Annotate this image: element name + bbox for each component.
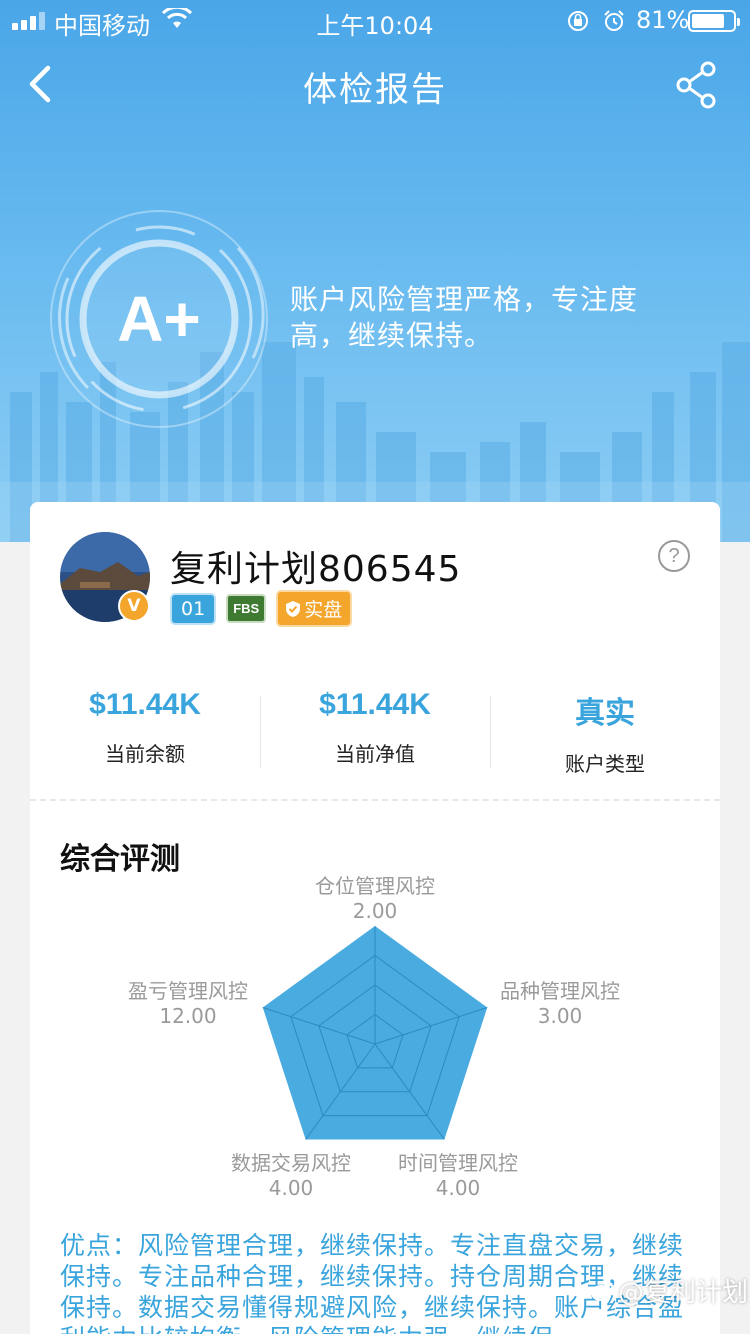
weibo-logo-icon (591, 1281, 615, 1301)
dimension-score: 3.00 (537, 1004, 583, 1028)
broker-logo-tag: FBS (228, 596, 265, 621)
stat-value: $11.44K (89, 688, 201, 721)
live-account-label: 实盘 (304, 599, 343, 621)
status-bar: 中国移动 上午10:04 81% (0, 0, 750, 40)
account-number-tag: 01 (172, 594, 215, 623)
stat-label: 当前余额 (105, 742, 185, 766)
account-stats: $11.44K 当前余额 $11.44K 当前净值 真实 账户类型 (30, 688, 720, 776)
shield-check-icon (286, 600, 301, 617)
alarm-icon (604, 10, 624, 31)
grade-value: A+ (117, 283, 201, 355)
stat-equity: $11.44K 当前净值 (260, 688, 490, 772)
live-account-tag: 实盘 (278, 592, 351, 625)
rotation-lock-icon (568, 11, 588, 31)
radar-label-data-trading: 数据交易风控 4.00 (211, 1151, 371, 1201)
grade-summary: 账户风险管理严格，专注度高，继续保持。 (290, 283, 639, 352)
dimension-name: 仓位管理风控 (315, 874, 435, 898)
stat-label: 账户类型 (565, 752, 645, 776)
dimension-name: 数据交易风控 (231, 1151, 351, 1175)
watermark: @复利计划 (590, 1272, 748, 1309)
verified-badge-icon: V (118, 590, 150, 622)
divider (30, 799, 720, 801)
stat-balance: $11.44K 当前余额 (30, 688, 260, 772)
radar-label-instrument: 品种管理风控 3.00 (480, 979, 640, 1029)
radar-label-pnl: 盈亏管理风控 12.00 (108, 979, 268, 1029)
account-report-card: V 复利计划806545 ? 01 FBS 实盘 $11.44K 当前余额 $1… (30, 502, 720, 1334)
dimension-score: 4.00 (268, 1176, 314, 1200)
battery-icon (688, 10, 740, 32)
dimension-score: 12.00 (159, 1004, 217, 1028)
dimension-name: 盈亏管理风控 (128, 979, 248, 1003)
stat-value: 真实 (575, 697, 635, 730)
account-name: 复利计划806545 (170, 549, 462, 590)
account-tags: 01 FBS 实盘 (172, 592, 351, 625)
header-banner: 中国移动 上午10:04 81% 体检报告 A+ 账户风险管理严格，专注度高，继… (0, 0, 750, 542)
stat-label: 当前净值 (335, 742, 415, 766)
question-mark-icon[interactable]: ? (658, 540, 690, 572)
dimension-score: 4.00 (435, 1176, 481, 1200)
battery-percent: 81% (636, 6, 690, 34)
dimension-name: 品种管理风控 (500, 979, 620, 1003)
stat-value: $11.44K (319, 688, 431, 721)
dimension-score: 2.00 (352, 899, 398, 923)
stat-account-type: 真实 账户类型 (490, 688, 720, 776)
watermark-text: @复利计划 (618, 1278, 749, 1308)
dimension-name: 时间管理风控 (398, 1151, 518, 1175)
share-icon[interactable] (674, 60, 720, 110)
page-title: 体检报告 (303, 70, 447, 110)
radar-label-time: 时间管理风控 4.00 (378, 1151, 538, 1201)
radar-label-position: 仓位管理风控 2.00 (295, 874, 455, 924)
